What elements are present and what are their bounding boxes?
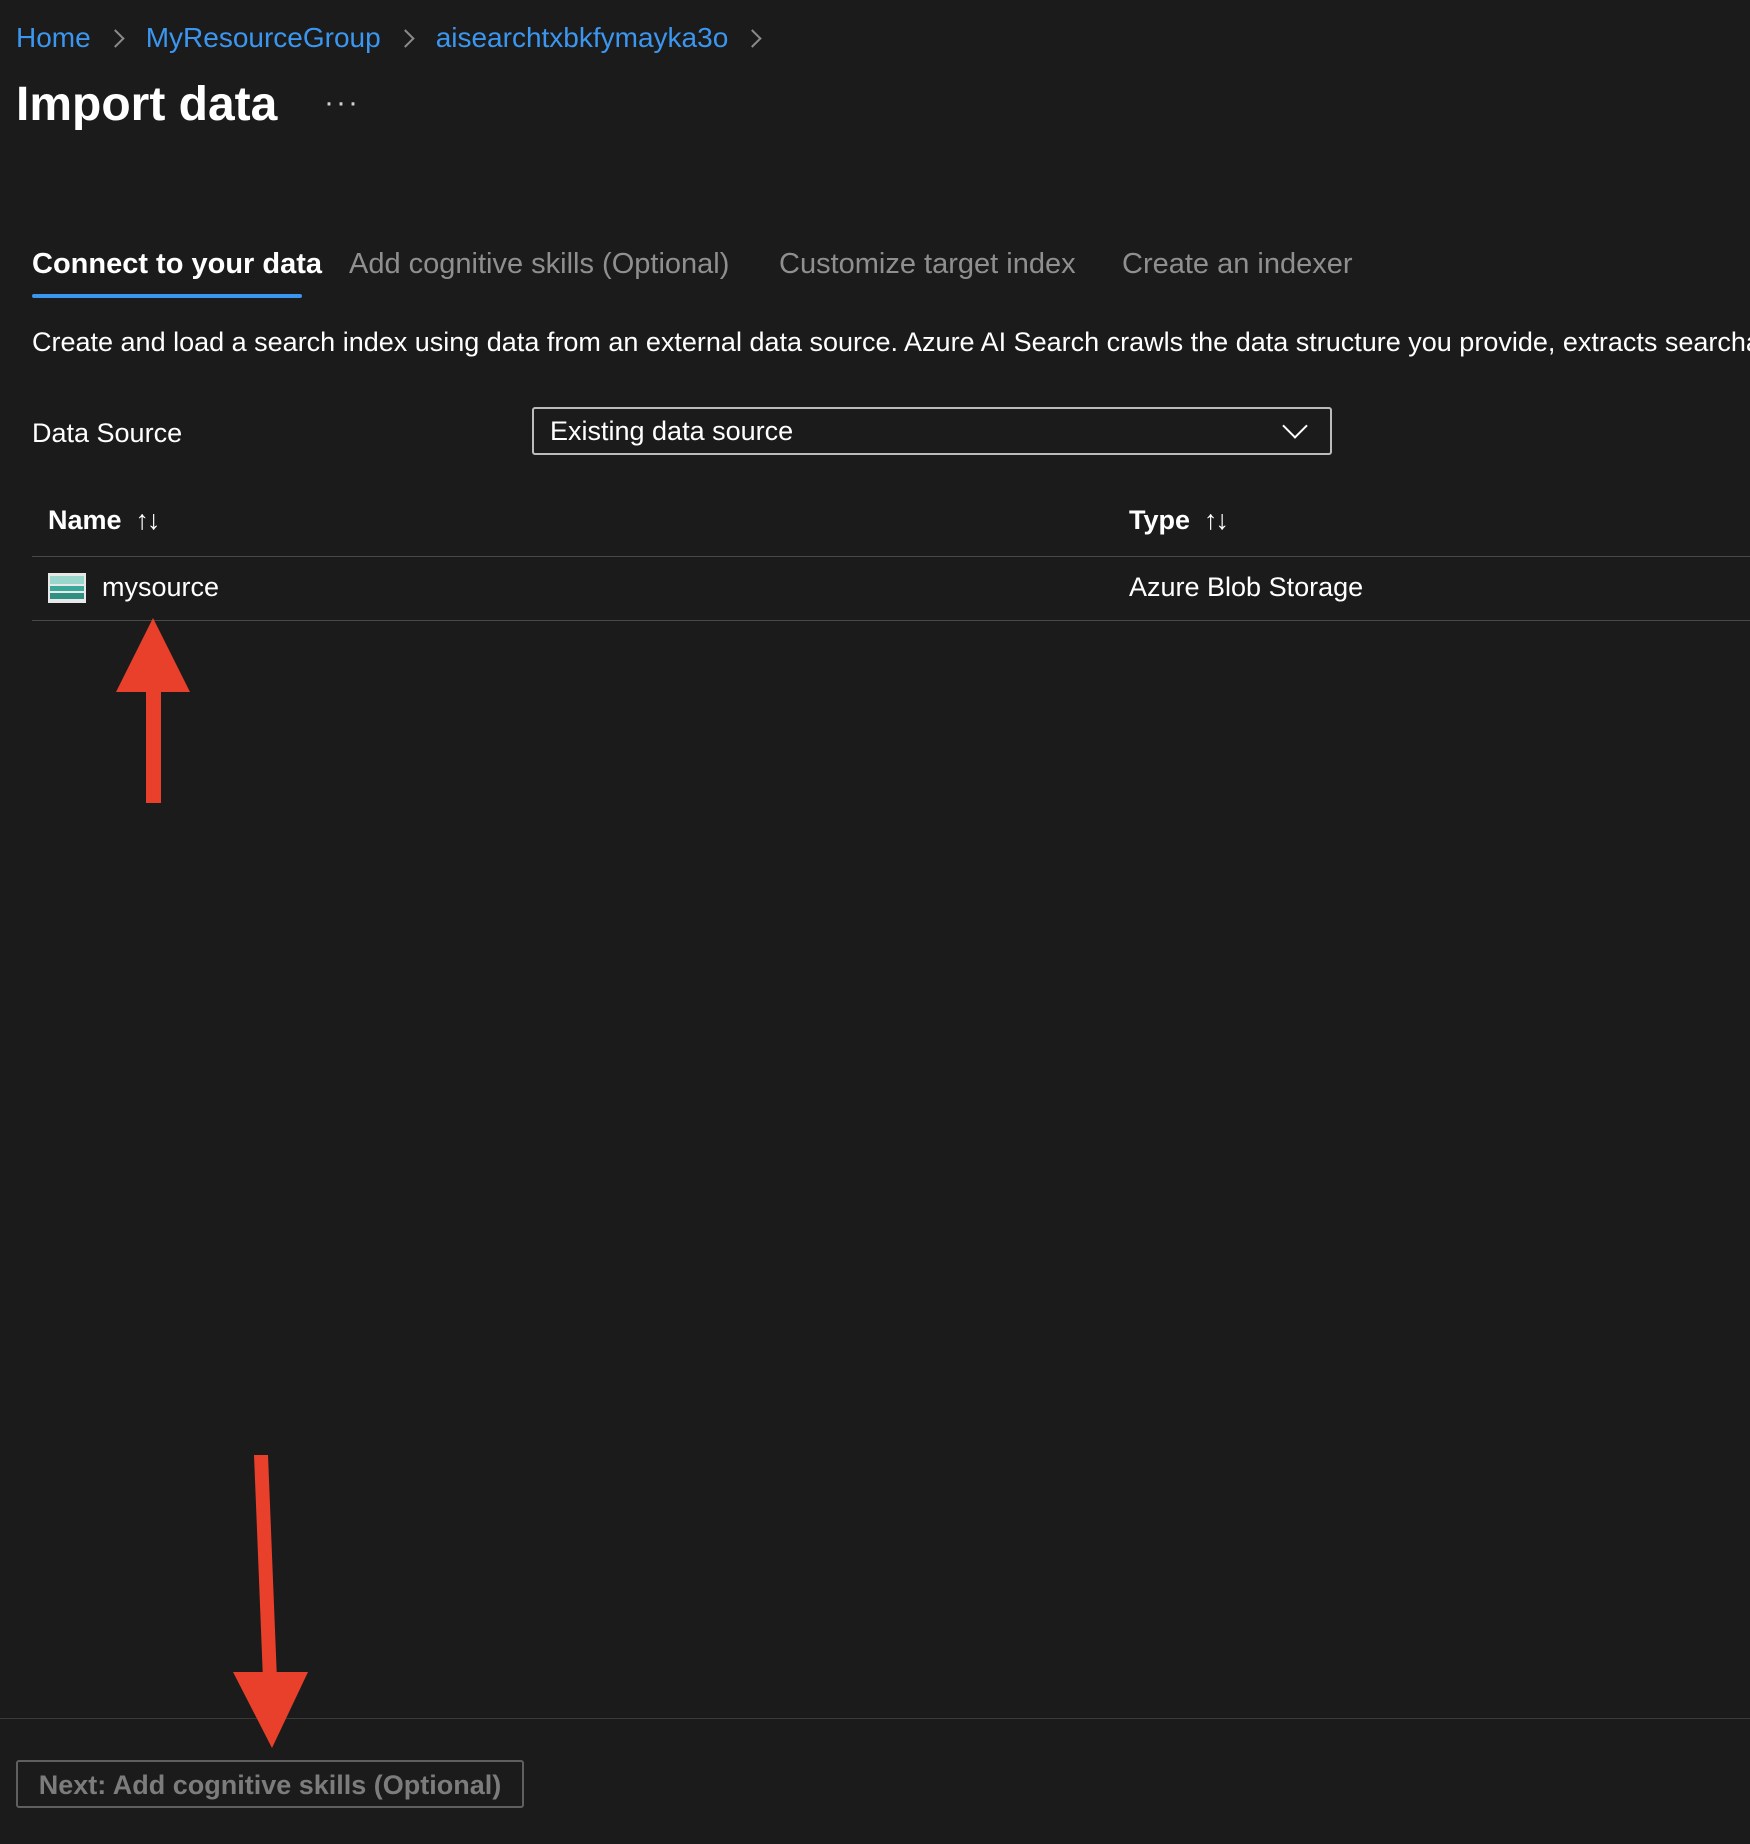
breadcrumb-resource-group[interactable]: MyResourceGroup <box>146 18 381 58</box>
tab-create-an-indexer[interactable]: Create an indexer <box>1122 240 1353 288</box>
chevron-right-icon <box>395 28 415 48</box>
import-data-page: Home MyResourceGroup aisearchtxbkfymayka… <box>0 0 1750 1844</box>
row-name: mysource <box>102 572 220 602</box>
more-options-button[interactable]: ··· <box>324 88 360 118</box>
column-header-type-label: Type <box>1129 505 1191 535</box>
chevron-right-icon <box>106 28 125 48</box>
row-type: Azure Blob Storage <box>1129 572 1364 602</box>
chevron-down-icon <box>1282 413 1308 439</box>
data-source-dropdown[interactable]: Existing data source <box>532 407 1332 455</box>
active-tab-indicator <box>32 294 302 298</box>
column-header-name-label: Name <box>48 505 122 535</box>
description-text: Create and load a search index using dat… <box>32 327 1750 357</box>
page-title: Import data <box>16 78 278 131</box>
column-header-name[interactable]: Name ↑↓ <box>48 500 161 540</box>
red-arrow-up-icon <box>116 618 190 803</box>
tab-customize-target-index[interactable]: Customize target index <box>779 240 1076 288</box>
data-source-label: Data Source <box>32 418 183 448</box>
sort-icon: ↑↓ <box>1204 505 1229 535</box>
sort-icon: ↑↓ <box>135 505 161 535</box>
breadcrumb-home[interactable]: Home <box>16 18 91 58</box>
column-header-type[interactable]: Type ↑↓ <box>1129 500 1229 540</box>
breadcrumb-search-service[interactable]: aisearchtxbkfymayka3o <box>436 18 729 58</box>
data-source-table: Name ↑↓ Type ↑↓ mysource Azure Blob Stor… <box>32 490 1750 621</box>
blob-storage-icon <box>48 573 86 603</box>
breadcrumb: Home MyResourceGroup aisearchtxbkfymayka… <box>16 18 783 58</box>
next-add-cognitive-skills-button[interactable]: Next: Add cognitive skills (Optional) <box>16 1760 524 1808</box>
table-row[interactable]: mysource Azure Blob Storage <box>32 557 1750 621</box>
table-header: Name ↑↓ Type ↑↓ <box>32 490 1750 557</box>
chevron-right-icon <box>743 28 762 48</box>
red-arrow-down-icon <box>233 1455 308 1748</box>
footer-divider <box>0 1718 1750 1719</box>
data-source-selected-value: Existing data source <box>550 416 794 446</box>
tab-connect-to-your-data[interactable]: Connect to your data <box>32 240 322 288</box>
tab-add-cognitive-skills[interactable]: Add cognitive skills (Optional) <box>349 240 729 288</box>
